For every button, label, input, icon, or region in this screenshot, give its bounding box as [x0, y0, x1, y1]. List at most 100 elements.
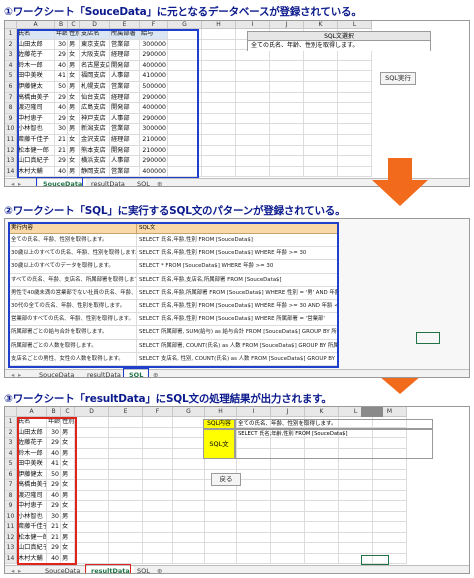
- cell[interactable]: [143, 501, 173, 512]
- sql-execute-button[interactable]: SQL実行: [380, 72, 416, 85]
- cell[interactable]: [305, 532, 339, 543]
- cell[interactable]: [338, 156, 372, 167]
- tab-sql[interactable]: SQL: [133, 179, 154, 186]
- tab-sql[interactable]: SQL: [133, 566, 154, 573]
- cell[interactable]: [270, 71, 304, 82]
- cell[interactable]: [338, 124, 372, 135]
- cell[interactable]: [202, 82, 236, 93]
- cell[interactable]: [373, 543, 407, 554]
- cell[interactable]: [270, 113, 304, 125]
- cell[interactable]: [143, 511, 173, 522]
- cell[interactable]: [109, 511, 143, 522]
- cell[interactable]: [75, 438, 109, 449]
- cell[interactable]: [373, 490, 407, 501]
- cell[interactable]: [270, 92, 304, 104]
- cell[interactable]: [236, 50, 270, 61]
- cell[interactable]: [202, 135, 236, 146]
- cell[interactable]: [202, 92, 236, 104]
- cell[interactable]: [202, 145, 236, 157]
- cell[interactable]: [271, 469, 305, 480]
- cell[interactable]: [109, 532, 143, 543]
- cell[interactable]: [339, 532, 373, 543]
- cell[interactable]: [373, 511, 407, 522]
- cell[interactable]: [236, 135, 270, 146]
- cell[interactable]: [271, 543, 305, 554]
- cell[interactable]: [339, 480, 373, 491]
- cell[interactable]: [205, 511, 237, 522]
- cell[interactable]: [202, 39, 236, 51]
- cell[interactable]: [338, 113, 372, 125]
- cell[interactable]: [305, 511, 339, 522]
- cell[interactable]: [75, 480, 109, 491]
- cell[interactable]: [305, 522, 339, 533]
- cell[interactable]: [270, 82, 304, 93]
- cell[interactable]: [109, 543, 143, 554]
- cell[interactable]: [339, 511, 373, 522]
- cell[interactable]: [75, 459, 109, 470]
- cell[interactable]: [339, 543, 373, 554]
- back-button[interactable]: 戻る: [211, 473, 241, 486]
- cell[interactable]: [143, 543, 173, 554]
- cell[interactable]: [304, 124, 338, 135]
- cell[interactable]: [305, 553, 339, 564]
- cell[interactable]: [109, 469, 143, 480]
- cell[interactable]: [373, 522, 407, 533]
- cell[interactable]: [173, 490, 205, 501]
- cell[interactable]: [304, 71, 338, 82]
- cell[interactable]: [173, 459, 205, 470]
- selected-cell[interactable]: [361, 555, 389, 565]
- add-sheet-icon[interactable]: ⊕: [153, 179, 166, 186]
- cell[interactable]: [338, 145, 372, 157]
- cell[interactable]: [271, 490, 305, 501]
- tab-resultdata[interactable]: resultData: [83, 370, 125, 377]
- tab-soucedata[interactable]: SouceData: [35, 370, 78, 377]
- cell[interactable]: [173, 543, 205, 554]
- cell[interactable]: [202, 166, 236, 178]
- cell[interactable]: [304, 50, 338, 61]
- cell[interactable]: [75, 501, 109, 512]
- cell[interactable]: [202, 60, 236, 72]
- cell[interactable]: [173, 501, 205, 512]
- cell[interactable]: [271, 511, 305, 522]
- cell[interactable]: [339, 490, 373, 501]
- cell[interactable]: [270, 156, 304, 167]
- cell[interactable]: [270, 145, 304, 157]
- cell[interactable]: [143, 427, 173, 438]
- cell[interactable]: [236, 103, 270, 114]
- cell[interactable]: [305, 490, 339, 501]
- cell[interactable]: [202, 50, 236, 61]
- cell[interactable]: [237, 459, 271, 470]
- cell[interactable]: [237, 490, 271, 501]
- tab-soucedata[interactable]: SouceData: [41, 566, 84, 573]
- cell[interactable]: [75, 532, 109, 543]
- cell[interactable]: [202, 156, 236, 167]
- cell[interactable]: [236, 71, 270, 82]
- cell[interactable]: [109, 480, 143, 491]
- cell[interactable]: [109, 522, 143, 533]
- cell[interactable]: [75, 427, 109, 438]
- cell[interactable]: [109, 448, 143, 459]
- cell[interactable]: [109, 438, 143, 449]
- cell[interactable]: [75, 522, 109, 533]
- cell[interactable]: [109, 501, 143, 512]
- cell[interactable]: [205, 459, 237, 470]
- cell[interactable]: [236, 166, 270, 178]
- cell[interactable]: [143, 469, 173, 480]
- cell[interactable]: [304, 135, 338, 146]
- cell[interactable]: [236, 113, 270, 125]
- cell[interactable]: [202, 113, 236, 125]
- cell[interactable]: [373, 501, 407, 512]
- add-sheet-icon[interactable]: ⊕: [153, 566, 166, 573]
- cell[interactable]: [338, 50, 372, 61]
- cell[interactable]: [237, 469, 271, 480]
- cell[interactable]: [237, 522, 271, 533]
- cell[interactable]: [271, 459, 305, 470]
- cell[interactable]: [237, 501, 271, 512]
- cell[interactable]: [373, 459, 407, 470]
- cell[interactable]: [75, 543, 109, 554]
- tab-nav-right-icon[interactable]: ▸: [14, 566, 25, 573]
- cell[interactable]: [173, 448, 205, 459]
- selected-cell[interactable]: [416, 332, 440, 344]
- cell[interactable]: [338, 60, 372, 72]
- cell[interactable]: [75, 469, 109, 480]
